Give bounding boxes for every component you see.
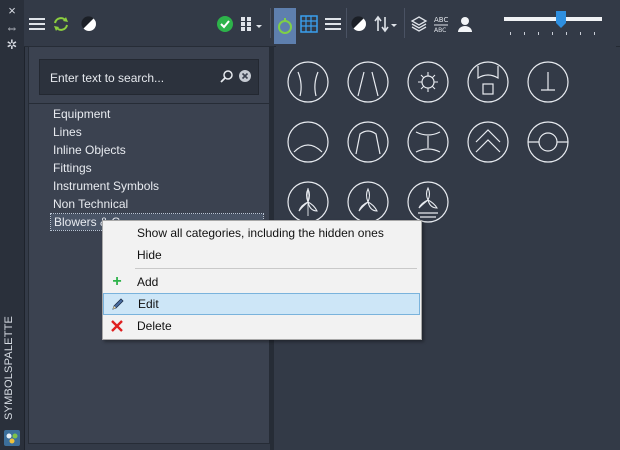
blower-symbol-3[interactable] [406,60,450,104]
svg-text:ABC: ABC [434,27,446,34]
menu-item-show-all[interactable]: Show all categories, including the hidde… [103,223,421,243]
blower-symbol-11[interactable] [286,180,330,224]
blower-symbol-2[interactable] [346,60,390,104]
size-slider[interactable] [502,6,608,40]
blower-symbol-1[interactable] [286,60,330,104]
tree-view-icon[interactable] [274,8,296,44]
tree-item-inline-objects[interactable]: Inline Objects [53,142,126,158]
blower-symbol-7[interactable] [346,120,390,164]
blower-symbol-6[interactable] [286,120,330,164]
user-icon[interactable] [454,10,476,38]
menu-separator [135,268,417,269]
tree-item-instrument-symbols[interactable]: Instrument Symbols [53,178,159,194]
search-input[interactable] [48,68,212,88]
table-icon[interactable] [298,10,320,38]
tree-item-lines[interactable]: Lines [53,124,82,140]
palette-title: SYMBOLSPALETTE [3,315,15,420]
tree-item-non-technical[interactable]: Non Technical [53,196,128,212]
sort-icon[interactable] [372,10,400,38]
contrast-icon[interactable] [78,10,100,38]
menu-icon[interactable] [26,10,48,38]
toolbar-separator [270,8,271,38]
pane-divider [29,103,269,104]
check-icon[interactable] [214,10,236,38]
blower-symbol-10[interactable] [526,120,570,164]
auto-hide-icon[interactable]: ⇔ [0,20,24,36]
blower-symbol-8[interactable] [406,120,450,164]
clear-icon[interactable] [238,69,252,86]
toolbar-separator [404,8,405,38]
toolbar: ABC ABC [24,0,620,47]
delete-icon [109,318,125,334]
properties-icon[interactable]: ✲ [0,37,24,53]
search-box [39,59,259,95]
refresh-icon[interactable] [50,10,72,38]
svg-text:ABC: ABC [434,16,448,24]
abc-icon[interactable]: ABC ABC [430,10,452,38]
pencil-icon [110,296,126,312]
toolbar-separator [346,8,347,38]
contrast-icon[interactable] [348,10,370,38]
context-menu: Show all categories, including the hidde… [102,220,422,340]
blower-symbol-13[interactable] [406,180,450,224]
tree-item-equipment[interactable]: Equipment [53,106,110,122]
blower-symbol-9[interactable] [466,120,510,164]
slider-thumb [556,11,566,28]
grid-dropdown-icon[interactable] [238,10,266,38]
plus-icon: + [112,273,122,290]
menu-item-edit[interactable]: Edit [103,293,420,315]
search-icon[interactable] [220,69,234,86]
menu-item-delete[interactable]: Delete [103,316,421,336]
list-icon[interactable] [322,10,344,38]
blower-symbol-12[interactable] [346,180,390,224]
menu-item-hide[interactable]: Hide [103,245,421,265]
menu-item-add[interactable]: + Add [103,272,421,292]
app-icon [4,430,20,446]
palette-title-strip: × ⇔ ✲ SYMBOLSPALETTE [0,0,25,450]
tree-item-fittings[interactable]: Fittings [53,160,92,176]
blower-symbol-4[interactable] [466,60,510,104]
blower-symbol-5[interactable] [526,60,570,104]
close-icon[interactable]: × [0,3,24,19]
layers-icon[interactable] [408,10,430,38]
